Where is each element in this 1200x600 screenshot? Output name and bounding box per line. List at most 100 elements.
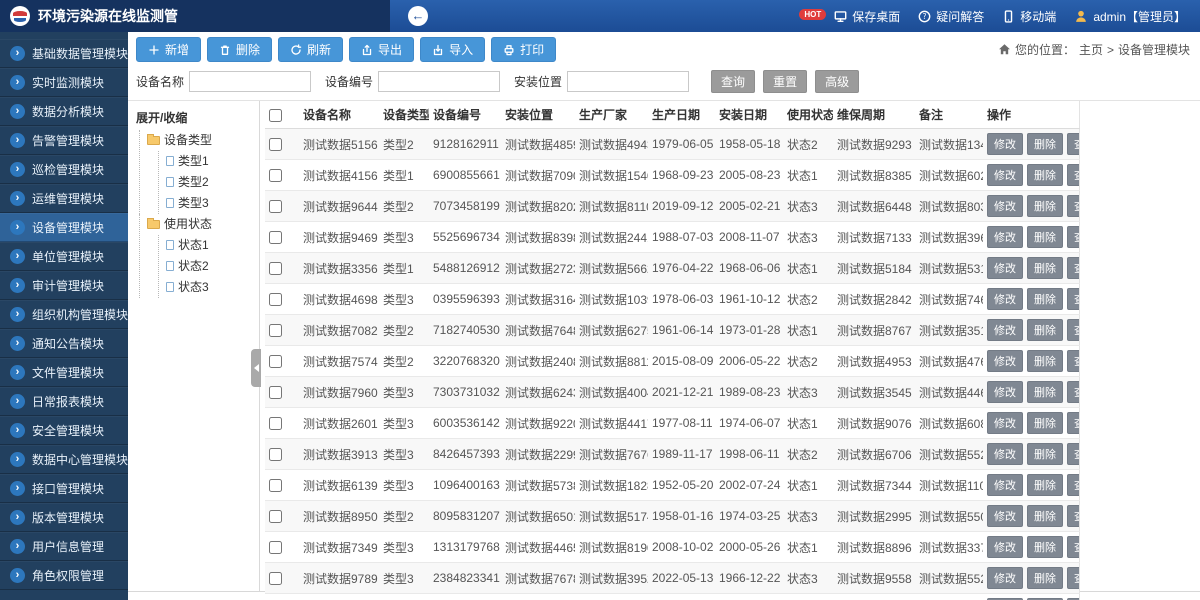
- view-button[interactable]: 查看: [1067, 133, 1079, 155]
- import-button[interactable]: 导入: [420, 37, 485, 62]
- query-button[interactable]: 查询: [711, 70, 755, 93]
- sidebar-item-13[interactable]: ›日常报表模块: [0, 387, 128, 416]
- back-arrow-icon[interactable]: ←: [408, 6, 428, 26]
- view-button[interactable]: 查看: [1067, 164, 1079, 186]
- sidebar-item-1[interactable]: ›基础数据管理模块: [0, 39, 128, 68]
- tree-leaf[interactable]: 状态3: [166, 277, 257, 298]
- delete-row-button[interactable]: 删除: [1027, 257, 1063, 279]
- export-button[interactable]: 导出: [349, 37, 414, 62]
- modify-button[interactable]: 修改: [987, 226, 1023, 248]
- modify-button[interactable]: 修改: [987, 257, 1023, 279]
- delete-row-button[interactable]: 删除: [1027, 536, 1063, 558]
- sidebar-item-9[interactable]: ›审计管理模块: [0, 271, 128, 300]
- tree-folder-1[interactable]: 设备类型: [147, 130, 257, 151]
- view-button[interactable]: 查看: [1067, 319, 1079, 341]
- row-checkbox[interactable]: [269, 293, 282, 306]
- row-checkbox[interactable]: [269, 541, 282, 554]
- tree-leaf[interactable]: 类型3: [166, 193, 257, 214]
- view-button[interactable]: 查看: [1067, 536, 1079, 558]
- save-desktop-link[interactable]: 保存桌面: [834, 8, 900, 25]
- delete-row-button[interactable]: 删除: [1027, 226, 1063, 248]
- row-checkbox[interactable]: [269, 479, 282, 492]
- delete-row-button[interactable]: 删除: [1027, 567, 1063, 589]
- modify-button[interactable]: 修改: [987, 567, 1023, 589]
- modify-button[interactable]: 修改: [987, 133, 1023, 155]
- sidebar-item-3[interactable]: ›数据分析模块: [0, 97, 128, 126]
- sidebar-item-18[interactable]: ›用户信息管理: [0, 532, 128, 561]
- tree-leaf[interactable]: 类型2: [166, 172, 257, 193]
- modify-button[interactable]: 修改: [987, 319, 1023, 341]
- view-button[interactable]: 查看: [1067, 567, 1079, 589]
- row-checkbox[interactable]: [269, 572, 282, 585]
- modify-button[interactable]: 修改: [987, 474, 1023, 496]
- tree-leaf[interactable]: 类型1: [166, 151, 257, 172]
- sidebar-item-14[interactable]: ›安全管理模块: [0, 416, 128, 445]
- select-all-checkbox[interactable]: [269, 109, 282, 122]
- sidebar-item-2[interactable]: ›实时监测模块: [0, 68, 128, 97]
- view-button[interactable]: 查看: [1067, 195, 1079, 217]
- device-code-input[interactable]: [378, 71, 500, 92]
- question-answer-link[interactable]: ?疑问解答: [918, 8, 984, 25]
- device-name-input[interactable]: [189, 71, 311, 92]
- sidebar-item-8[interactable]: ›单位管理模块: [0, 242, 128, 271]
- row-checkbox[interactable]: [269, 417, 282, 430]
- reset-button[interactable]: 重置: [763, 70, 807, 93]
- modify-button[interactable]: 修改: [987, 443, 1023, 465]
- row-checkbox[interactable]: [269, 355, 282, 368]
- delete-row-button[interactable]: 删除: [1027, 350, 1063, 372]
- view-button[interactable]: 查看: [1067, 288, 1079, 310]
- row-checkbox[interactable]: [269, 138, 282, 151]
- sidebar-item-15[interactable]: ›数据中心管理模块: [0, 445, 128, 474]
- sidebar-item-17[interactable]: ›版本管理模块: [0, 503, 128, 532]
- view-button[interactable]: 查看: [1067, 350, 1079, 372]
- delete-row-button[interactable]: 删除: [1027, 319, 1063, 341]
- view-button[interactable]: 查看: [1067, 257, 1079, 279]
- view-button[interactable]: 查看: [1067, 381, 1079, 403]
- delete-button[interactable]: 删除: [207, 37, 272, 62]
- sidebar-item-16[interactable]: ›接口管理模块: [0, 474, 128, 503]
- advanced-button[interactable]: 高级: [815, 70, 859, 93]
- print-button[interactable]: 打印: [491, 37, 556, 62]
- delete-row-button[interactable]: 删除: [1027, 195, 1063, 217]
- delete-row-button[interactable]: 删除: [1027, 505, 1063, 527]
- sidebar-item-4[interactable]: ›告警管理模块: [0, 126, 128, 155]
- sidebar-item-11[interactable]: ›通知公告模块: [0, 329, 128, 358]
- refresh-button[interactable]: 刷新: [278, 37, 343, 62]
- view-button[interactable]: 查看: [1067, 443, 1079, 465]
- delete-row-button[interactable]: 删除: [1027, 288, 1063, 310]
- sidebar-item-10[interactable]: ›组织机构管理模块: [0, 300, 128, 329]
- modify-button[interactable]: 修改: [987, 195, 1023, 217]
- sidebar-item-7[interactable]: ›设备管理模块: [0, 213, 128, 242]
- row-checkbox[interactable]: [269, 386, 282, 399]
- sidebar-item-12[interactable]: ›文件管理模块: [0, 358, 128, 387]
- sidebar-item-5[interactable]: ›巡检管理模块: [0, 155, 128, 184]
- tree-leaf[interactable]: 状态1: [166, 235, 257, 256]
- view-button[interactable]: 查看: [1067, 226, 1079, 248]
- breadcrumb-home[interactable]: 主页: [1079, 41, 1103, 58]
- mobile-link[interactable]: 移动端: [1002, 8, 1056, 25]
- tree-leaf[interactable]: 状态2: [166, 256, 257, 277]
- tree-root-toggle[interactable]: 展开/收缩: [136, 107, 257, 130]
- row-checkbox[interactable]: [269, 324, 282, 337]
- row-checkbox[interactable]: [269, 200, 282, 213]
- add-button[interactable]: 新增: [136, 37, 201, 62]
- modify-button[interactable]: 修改: [987, 505, 1023, 527]
- row-checkbox[interactable]: [269, 510, 282, 523]
- modify-button[interactable]: 修改: [987, 536, 1023, 558]
- row-checkbox[interactable]: [269, 448, 282, 461]
- modify-button[interactable]: 修改: [987, 412, 1023, 434]
- row-checkbox[interactable]: [269, 169, 282, 182]
- delete-row-button[interactable]: 删除: [1027, 381, 1063, 403]
- row-checkbox[interactable]: [269, 262, 282, 275]
- row-checkbox[interactable]: [269, 231, 282, 244]
- delete-row-button[interactable]: 删除: [1027, 133, 1063, 155]
- modify-button[interactable]: 修改: [987, 288, 1023, 310]
- delete-row-button[interactable]: 删除: [1027, 443, 1063, 465]
- delete-row-button[interactable]: 删除: [1027, 412, 1063, 434]
- delete-row-button[interactable]: 删除: [1027, 474, 1063, 496]
- modify-button[interactable]: 修改: [987, 164, 1023, 186]
- install-location-input[interactable]: [567, 71, 689, 92]
- user-menu[interactable]: admin【管理员】: [1074, 8, 1186, 25]
- delete-row-button[interactable]: 删除: [1027, 164, 1063, 186]
- view-button[interactable]: 查看: [1067, 474, 1079, 496]
